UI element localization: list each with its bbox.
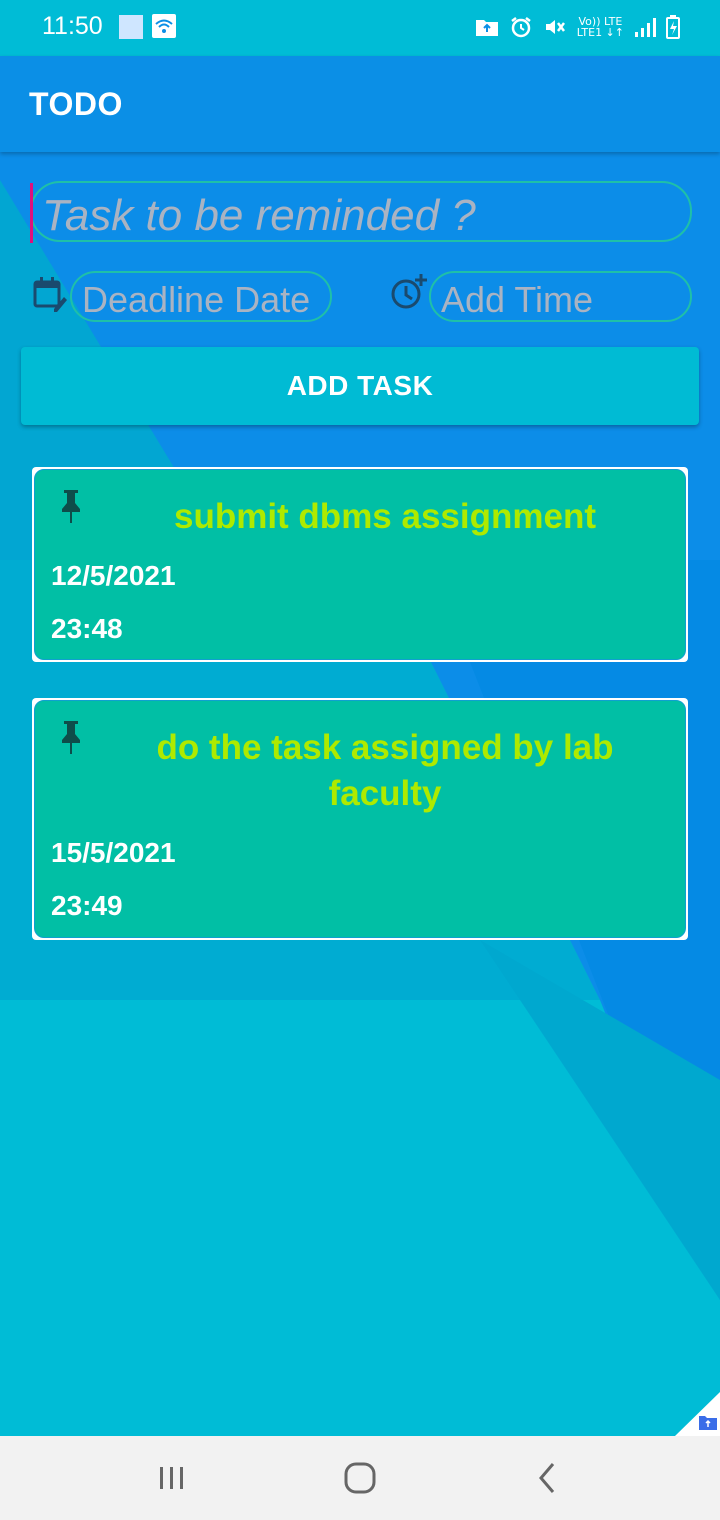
app-bar: TODO xyxy=(0,56,720,152)
pin-icon[interactable] xyxy=(57,719,85,757)
add-task-button[interactable]: ADD TASK xyxy=(21,347,699,425)
task-input-placeholder: Task to be reminded ? xyxy=(42,191,476,240)
calendar-edit-icon[interactable] xyxy=(32,275,68,313)
task-card-body: do the task assigned by lab faculty 15/5… xyxy=(34,700,686,938)
task-date: 15/5/2021 xyxy=(51,837,176,868)
pin-icon[interactable] xyxy=(57,488,85,526)
task-title: do the task assigned by lab faculty xyxy=(156,728,614,813)
app-title: TODO xyxy=(29,86,123,122)
notification-square-icon xyxy=(119,15,143,39)
status-bar: 11:50 Vo)) LTE LTE1 ↓↑ xyxy=(0,0,720,56)
task-card-body: submit dbms assignment 12/5/2021 23:48 xyxy=(34,469,686,660)
lte-indicator: Vo)) LTE LTE1 ↓↑ xyxy=(576,15,624,39)
battery-icon xyxy=(666,15,680,39)
task-input[interactable]: Task to be reminded ? xyxy=(30,181,692,243)
status-time: 11:50 xyxy=(42,12,103,40)
corner-folder-icon xyxy=(675,1392,720,1436)
mute-icon xyxy=(545,20,565,34)
wifi-notification-icon xyxy=(152,14,176,38)
task-time: 23:49 xyxy=(51,890,123,921)
task-card[interactable]: submit dbms assignment 12/5/2021 23:48 xyxy=(32,467,688,662)
deadline-date-placeholder: Deadline Date xyxy=(82,279,311,320)
task-title: submit dbms assignment xyxy=(173,497,597,536)
task-date: 12/5/2021 xyxy=(51,560,176,591)
task-card[interactable]: do the task assigned by lab faculty 15/5… xyxy=(32,698,688,940)
add-time-placeholder: Add Time xyxy=(441,279,594,320)
text-cursor xyxy=(30,183,33,243)
deadline-date-input[interactable]: Deadline Date xyxy=(70,271,332,322)
home-icon[interactable] xyxy=(340,1458,380,1498)
add-time-input[interactable]: Add Time xyxy=(429,271,692,322)
clock-add-icon[interactable] xyxy=(389,272,429,312)
folder-icon xyxy=(475,20,498,36)
navigation-bar xyxy=(0,1436,720,1520)
signal-icon xyxy=(635,18,656,37)
back-icon[interactable] xyxy=(528,1458,568,1498)
alarm-icon xyxy=(511,17,531,38)
status-icons: Vo)) LTE LTE1 ↓↑ xyxy=(475,12,680,42)
recents-icon[interactable] xyxy=(152,1458,192,1498)
task-time: 23:48 xyxy=(51,613,123,644)
